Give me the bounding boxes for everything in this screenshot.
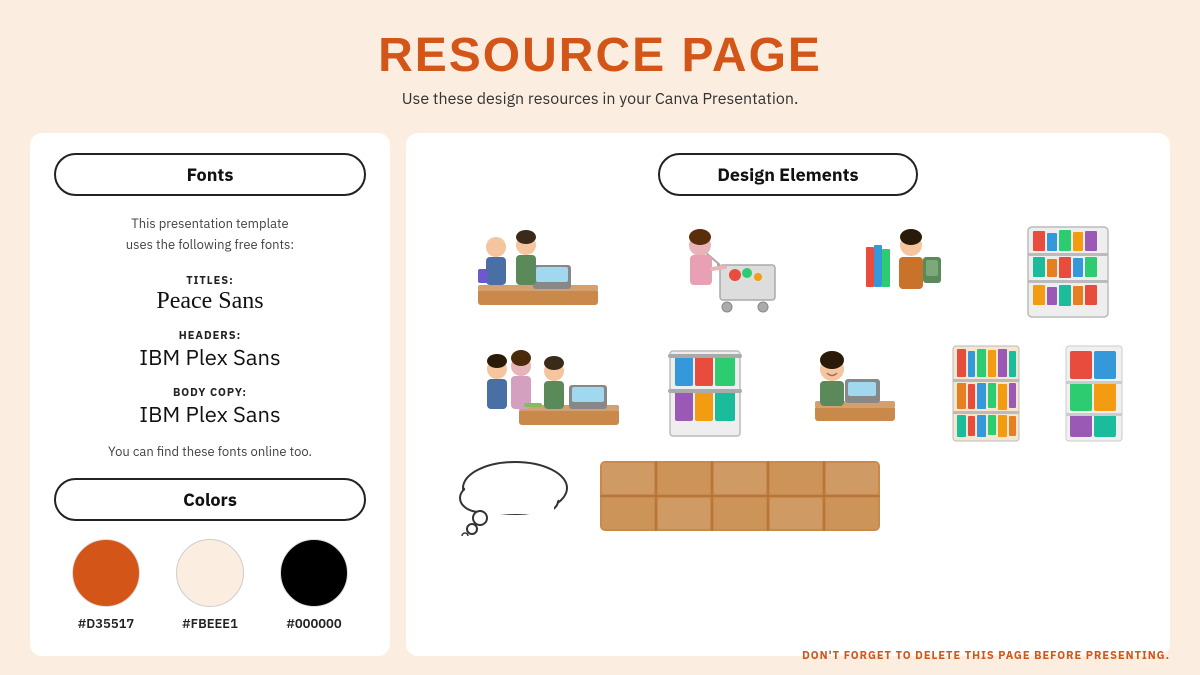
page-subtitle: Use these design resources in your Canva…: [0, 89, 1200, 109]
page-title: RESOURCE PAGE: [0, 28, 1200, 83]
color-circle-black: [280, 539, 348, 607]
illustration-bookshelf: [949, 338, 1024, 448]
illustration-clothing-rack: [657, 338, 752, 448]
illustration-bookstore-worker: [861, 214, 961, 324]
font-name-body: IBM Plex Sans: [54, 400, 366, 429]
fonts-header: Fonts: [54, 153, 366, 196]
illustration-cashier-2: [449, 338, 619, 448]
color-hex-black: #000000: [286, 615, 341, 632]
font-name-headers: IBM Plex Sans: [54, 343, 366, 372]
color-swatch-orange: #D35517: [72, 539, 140, 632]
cashier-solo-svg: [790, 341, 910, 446]
floor-tile-svg: [600, 461, 880, 531]
font-name-titles: Peace Sans: [54, 288, 366, 315]
shopping-cart-svg: [675, 217, 805, 322]
thought-cloud-svg: [450, 456, 580, 536]
left-panel: Fonts This presentation templateuses the…: [30, 133, 390, 656]
color-swatches: #D35517 #FBEEE1 #000000: [54, 539, 366, 632]
design-elements-header: Design Elements: [658, 153, 918, 196]
colors-header: Colors: [54, 478, 366, 521]
right-panel: Design Elements: [406, 133, 1170, 656]
illustration-shelf-unit: [1018, 214, 1118, 324]
font-entry-body: BODY COPY: IBM Plex Sans: [54, 386, 366, 429]
font-label-headers: HEADERS:: [54, 329, 366, 343]
fonts-description: This presentation templateuses the follo…: [54, 214, 366, 256]
illustration-shopping-cart: [675, 214, 805, 324]
illustration-cashier-solo: [790, 338, 910, 448]
color-hex-cream: #FBEEE1: [182, 615, 238, 632]
font-entry-headers: HEADERS: IBM Plex Sans: [54, 329, 366, 372]
fonts-note: You can find these fonts online too.: [54, 443, 366, 460]
bookstore-worker-svg: [861, 217, 961, 322]
bookshelf-svg: [951, 341, 1021, 446]
products-svg: [1064, 341, 1124, 446]
color-circle-orange: [72, 539, 140, 607]
font-label-titles: TITLES:: [54, 274, 366, 288]
clothing-rack-svg: [660, 341, 750, 446]
color-circle-cream: [176, 539, 244, 607]
main-content: Fonts This presentation templateuses the…: [0, 133, 1200, 656]
shelf-unit-svg: [1023, 217, 1113, 322]
cashier-group-svg: [449, 341, 619, 446]
illustration-thought-cloud: [450, 456, 580, 536]
footer-note: DON'T FORGET TO DELETE THIS PAGE BEFORE …: [802, 649, 1170, 663]
cashier-svg-1: [458, 217, 618, 322]
font-entry-titles: TITLES: Peace Sans: [54, 274, 366, 315]
illustration-products: [1062, 338, 1127, 448]
font-label-body: BODY COPY:: [54, 386, 366, 400]
color-swatch-cream: #FBEEE1: [176, 539, 244, 632]
color-hex-orange: #D35517: [78, 615, 135, 632]
illustration-floor-tile: [600, 461, 880, 531]
illustration-cashier-1: [458, 214, 618, 324]
color-swatch-black: #000000: [280, 539, 348, 632]
